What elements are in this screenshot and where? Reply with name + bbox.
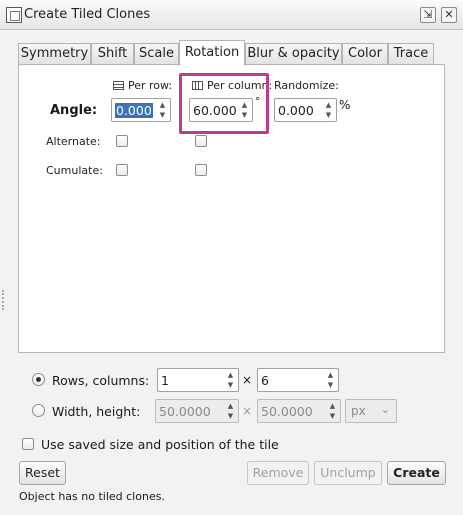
rows-columns-label: Rows, columns: [52,373,150,388]
tab-color[interactable]: Color [342,43,388,65]
use-saved-checkbox[interactable] [22,438,34,450]
per-row-icon [113,81,124,90]
columns-value: 6 [261,373,269,388]
width-spinbox[interactable]: 50.0000 ▲ ▼ [155,399,239,423]
status-text: Object has no tiled clones. [19,490,165,503]
width-height-radio[interactable] [32,404,45,417]
spin-arrows-icon[interactable]: ▲ ▼ [325,370,336,390]
spin-arrows-icon[interactable]: ▲ ▼ [327,401,338,421]
use-saved-label: Use saved size and position of the tile [41,437,279,452]
dialog-title: Create Tiled Clones [24,7,151,22]
cumulate-per-row-checkbox[interactable] [116,164,128,176]
resize-grip[interactable] [2,290,4,310]
rows-columns-radio[interactable] [32,373,45,386]
rows-spinbox[interactable]: 1 ▲ ▼ [157,368,239,392]
unit-dropdown[interactable]: px ⌄ [345,399,397,423]
width-value: 50.0000 [159,404,211,419]
alternate-label: Alternate: [46,135,101,148]
tab-rotation[interactable]: Rotation [179,40,245,66]
spin-arrows-icon[interactable]: ▲ ▼ [323,100,334,120]
spin-arrows-icon[interactable]: ▲ ▼ [157,100,168,120]
angle-label: Angle: [50,103,98,118]
angle-per-row-spinbox[interactable]: 0.000 ▲ ▼ [111,98,171,122]
cumulate-label: Cumulate: [46,164,103,177]
tab-scale[interactable]: Scale [134,43,179,65]
spin-arrows-icon[interactable]: ▲ ▼ [225,401,236,421]
tab-shift[interactable]: Shift [91,43,134,65]
angle-randomize-spinbox[interactable]: 0.000 ▲ ▼ [274,98,337,122]
dock-icon[interactable]: ⇲ [420,7,436,23]
angle-per-row-value: 0.000 [115,103,153,118]
percent-unit: % [339,98,351,112]
per-row-header: Per row: [128,79,173,92]
create-button[interactable]: Create [387,461,446,485]
times-symbol: × [242,404,253,418]
unclump-button[interactable]: Unclump [314,461,382,485]
angle-randomize-value: 0.000 [278,103,314,118]
dialog-icon [6,7,22,23]
height-value: 50.0000 [261,404,313,419]
height-spinbox[interactable]: 50.0000 ▲ ▼ [257,399,341,423]
close-icon[interactable]: ✕ [441,7,457,23]
spin-arrows-icon[interactable]: ▲ ▼ [225,370,236,390]
columns-spinbox[interactable]: 6 ▲ ▼ [257,368,339,392]
cumulate-per-column-checkbox[interactable] [195,164,207,176]
remove-button[interactable]: Remove [247,461,309,485]
per-column-highlight [179,73,269,134]
rows-value: 1 [161,373,169,388]
reset-button[interactable]: Reset [19,461,66,485]
tab-blur-opacity[interactable]: Blur & opacity [245,43,342,65]
alternate-per-row-checkbox[interactable] [116,135,128,147]
alternate-per-column-checkbox[interactable] [195,135,207,147]
chevron-down-icon: ⌄ [380,403,390,416]
radio-selected-dot [36,377,41,382]
title-bar: Create Tiled Clones ⇲ ✕ [0,0,463,30]
tab-symmetry[interactable]: Symmetry [18,43,91,65]
unit-value: px [351,404,366,418]
randomize-header: Randomize: [274,79,339,92]
times-symbol: × [242,373,253,387]
tab-trace[interactable]: Trace [388,43,434,65]
width-height-label: Width, height: [52,404,141,419]
